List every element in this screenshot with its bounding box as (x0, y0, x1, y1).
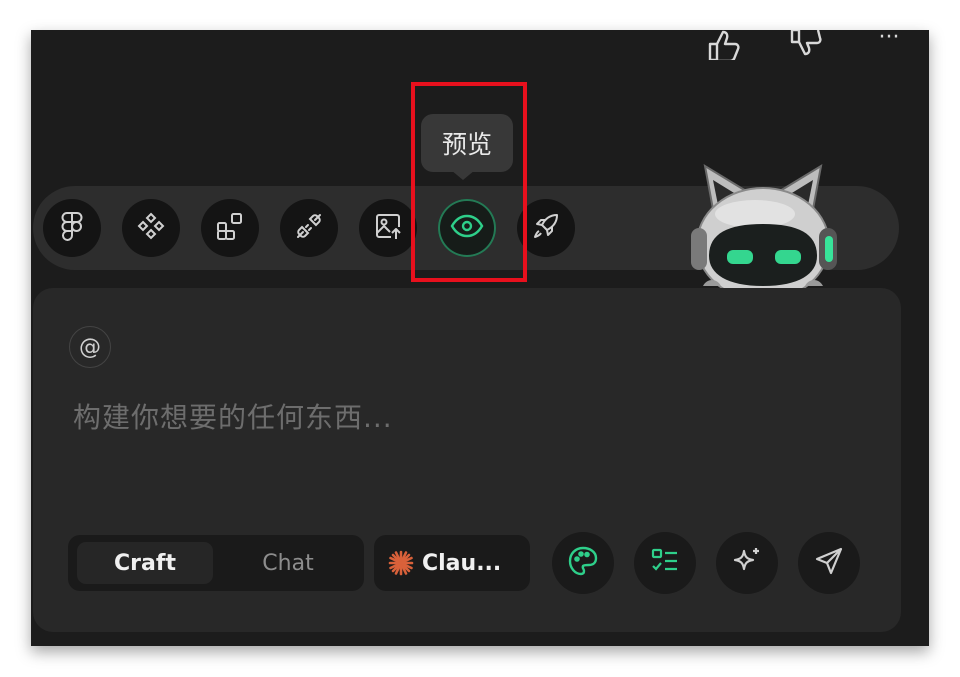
mention-button[interactable]: @ (69, 326, 111, 368)
plan-button[interactable] (634, 532, 696, 594)
checklist-icon (649, 545, 681, 581)
thumbs-down-icon[interactable] (787, 30, 827, 64)
message-actions: ··· (691, 30, 929, 64)
components-button[interactable] (122, 199, 180, 257)
prompt-input[interactable]: 构建你想要的任何东西... (73, 396, 393, 436)
send-button[interactable] (798, 532, 860, 594)
highlight-box (411, 82, 527, 282)
palette-icon (567, 545, 599, 581)
figma-button[interactable] (43, 199, 101, 257)
composer-panel: @ 构建你想要的任何东西... Craft Chat Clau... (33, 288, 901, 632)
more-icon[interactable]: ··· (869, 30, 909, 64)
blocks-button[interactable] (201, 199, 259, 257)
sparkle-icon (731, 545, 763, 581)
figma-icon (60, 211, 84, 245)
enhance-button[interactable] (716, 532, 778, 594)
model-label: Clau... (422, 550, 502, 576)
image-upload-button[interactable] (359, 199, 417, 257)
claude-icon (388, 550, 414, 576)
components-icon (136, 211, 166, 245)
send-icon (813, 545, 845, 581)
plug-icon (294, 211, 324, 245)
model-selector[interactable]: Clau... (374, 535, 530, 591)
mode-switch: Craft Chat (68, 535, 364, 591)
craft-mode-button[interactable]: Craft (77, 542, 213, 584)
image-upload-icon (373, 211, 403, 245)
blocks-icon (215, 211, 245, 245)
thumbs-up-icon[interactable] (705, 30, 745, 64)
rocket-icon (531, 211, 561, 245)
theme-button[interactable] (552, 532, 614, 594)
chat-mode-button[interactable]: Chat (220, 542, 356, 584)
app-window: ··· 预览 @ 构建你想要的任何东西... Craft Chat Clau..… (31, 30, 929, 646)
plugin-button[interactable] (280, 199, 338, 257)
robot-cat-mascot (663, 158, 863, 301)
